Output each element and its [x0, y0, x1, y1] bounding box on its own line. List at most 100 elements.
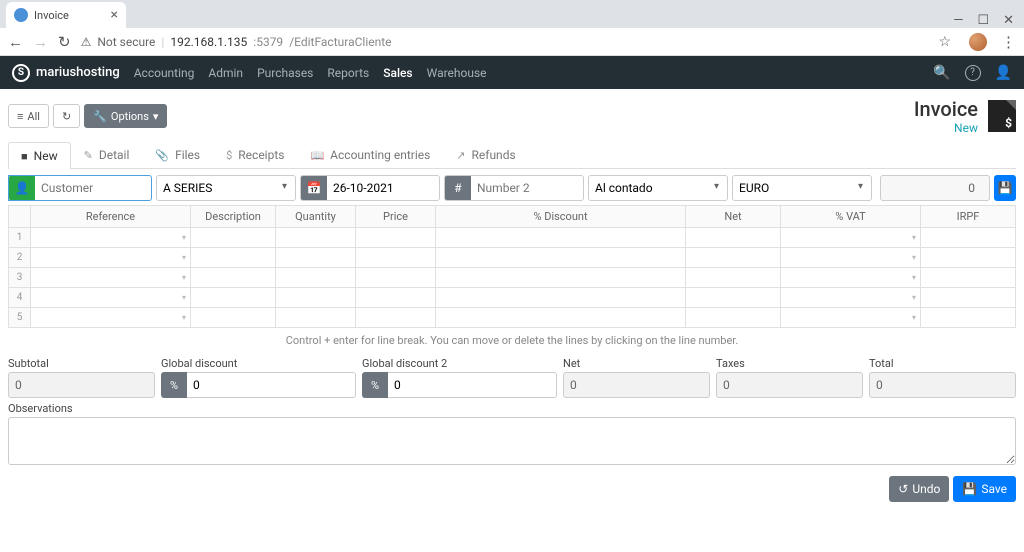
- nav-admin[interactable]: Admin: [208, 66, 243, 80]
- number-input[interactable]: [471, 176, 583, 200]
- taxes-label: Taxes: [716, 357, 863, 370]
- brand-logo[interactable]: mariushosting: [12, 64, 120, 82]
- quick-save-button[interactable]: 💾: [994, 175, 1016, 201]
- cell-quantity[interactable]: [276, 308, 356, 328]
- cell-description[interactable]: [191, 228, 276, 248]
- nav-purchases[interactable]: Purchases: [257, 66, 313, 80]
- row-number[interactable]: 3: [9, 268, 31, 288]
- search-icon[interactable]: 🔍: [933, 65, 950, 81]
- list-icon: ≡: [17, 110, 23, 123]
- tab-receipts-label: Receipts: [238, 148, 284, 162]
- cell-irpf[interactable]: [921, 308, 1016, 328]
- cell-description[interactable]: [191, 308, 276, 328]
- cell-price[interactable]: [356, 228, 436, 248]
- tab-refunds[interactable]: ↗Refunds: [443, 141, 528, 168]
- customer-addon[interactable]: 👤: [9, 175, 35, 201]
- cell-quantity[interactable]: [276, 268, 356, 288]
- nav-accounting[interactable]: Accounting: [134, 66, 195, 80]
- browser-menu-icon[interactable]: ⋮: [1001, 33, 1016, 51]
- cell-vat[interactable]: [781, 268, 921, 288]
- cell-discount[interactable]: [436, 228, 686, 248]
- gd1-input[interactable]: [187, 372, 356, 398]
- save-button[interactable]: 💾 Save: [953, 476, 1016, 502]
- help-icon[interactable]: ?: [965, 65, 981, 81]
- back-icon[interactable]: ←: [8, 33, 23, 51]
- cell-price[interactable]: [356, 248, 436, 268]
- row-number[interactable]: 2: [9, 248, 31, 268]
- cell-reference[interactable]: [31, 248, 191, 268]
- percent-icon[interactable]: %: [161, 372, 187, 398]
- cell-price[interactable]: [356, 268, 436, 288]
- nav-warehouse[interactable]: Warehouse: [427, 66, 487, 80]
- gd2-input[interactable]: [388, 372, 557, 398]
- row-number[interactable]: 5: [9, 308, 31, 328]
- cell-reference[interactable]: [31, 308, 191, 328]
- cell-net[interactable]: [686, 288, 781, 308]
- person-plus-icon: 👤: [15, 181, 30, 195]
- currency-select[interactable]: EURO: [733, 176, 871, 200]
- tab-accounting-entries[interactable]: 📖Accounting entries: [297, 141, 443, 168]
- bookmark-icon[interactable]: ☆: [938, 34, 951, 50]
- options-button[interactable]: 🔧 Options ▾: [84, 104, 167, 128]
- cell-reference[interactable]: [31, 288, 191, 308]
- cell-discount[interactable]: [436, 288, 686, 308]
- cell-net[interactable]: [686, 228, 781, 248]
- series-select[interactable]: A SERIES: [157, 176, 295, 200]
- observations-textarea[interactable]: [8, 417, 1016, 465]
- cell-reference[interactable]: [31, 228, 191, 248]
- file-icon: ■: [21, 150, 28, 163]
- close-icon[interactable]: ×: [111, 7, 118, 23]
- cell-net[interactable]: [686, 308, 781, 328]
- cell-net[interactable]: [686, 268, 781, 288]
- cell-discount[interactable]: [436, 268, 686, 288]
- cell-quantity[interactable]: [276, 228, 356, 248]
- url-field[interactable]: ⚠ Not secure | 192.168.1.135:5379/EditFa…: [81, 35, 929, 49]
- profile-avatar[interactable]: [969, 33, 987, 51]
- user-icon[interactable]: 👤: [995, 65, 1012, 81]
- row-number[interactable]: 1: [9, 228, 31, 248]
- cell-irpf[interactable]: [921, 288, 1016, 308]
- cell-discount[interactable]: [436, 308, 686, 328]
- cell-net[interactable]: [686, 248, 781, 268]
- refresh-button[interactable]: ↻: [53, 104, 80, 128]
- cell-irpf[interactable]: [921, 228, 1016, 248]
- calendar-icon: 📅: [307, 181, 322, 195]
- cell-quantity[interactable]: [276, 288, 356, 308]
- payment-select[interactable]: Al contado: [589, 176, 727, 200]
- date-addon[interactable]: 📅: [301, 175, 327, 201]
- reload-icon[interactable]: ↻: [58, 33, 71, 51]
- cell-discount[interactable]: [436, 248, 686, 268]
- tab-detail[interactable]: ✎Detail: [71, 141, 143, 168]
- browser-tab[interactable]: Invoice ×: [6, 2, 126, 28]
- cell-description[interactable]: [191, 288, 276, 308]
- cell-price[interactable]: [356, 288, 436, 308]
- minimize-icon[interactable]: —: [953, 13, 963, 28]
- cell-price[interactable]: [356, 308, 436, 328]
- nav-reports[interactable]: Reports: [327, 66, 369, 80]
- row-number[interactable]: 4: [9, 288, 31, 308]
- maximize-icon[interactable]: ☐: [977, 13, 989, 28]
- undo-button[interactable]: ↺ Undo: [889, 476, 949, 502]
- tab-new-label: New: [34, 149, 58, 163]
- tab-receipts[interactable]: $Receipts: [213, 141, 297, 168]
- close-window-icon[interactable]: ✕: [1003, 13, 1014, 28]
- col-price: Price: [356, 206, 436, 228]
- cell-quantity[interactable]: [276, 248, 356, 268]
- cell-irpf[interactable]: [921, 268, 1016, 288]
- cell-vat[interactable]: [781, 288, 921, 308]
- all-button[interactable]: ≡ All: [8, 104, 49, 128]
- gd2-label: Global discount 2: [362, 357, 557, 370]
- nav-sales[interactable]: Sales: [383, 66, 412, 80]
- cell-vat[interactable]: [781, 308, 921, 328]
- cell-reference[interactable]: [31, 268, 191, 288]
- tab-files[interactable]: 📎Files: [142, 141, 213, 168]
- cell-irpf[interactable]: [921, 248, 1016, 268]
- cell-vat[interactable]: [781, 248, 921, 268]
- date-input[interactable]: [327, 176, 439, 200]
- cell-description[interactable]: [191, 268, 276, 288]
- cell-description[interactable]: [191, 248, 276, 268]
- customer-input[interactable]: [35, 176, 151, 200]
- percent-icon[interactable]: %: [362, 372, 388, 398]
- cell-vat[interactable]: [781, 228, 921, 248]
- tab-new[interactable]: ■ New: [8, 142, 71, 169]
